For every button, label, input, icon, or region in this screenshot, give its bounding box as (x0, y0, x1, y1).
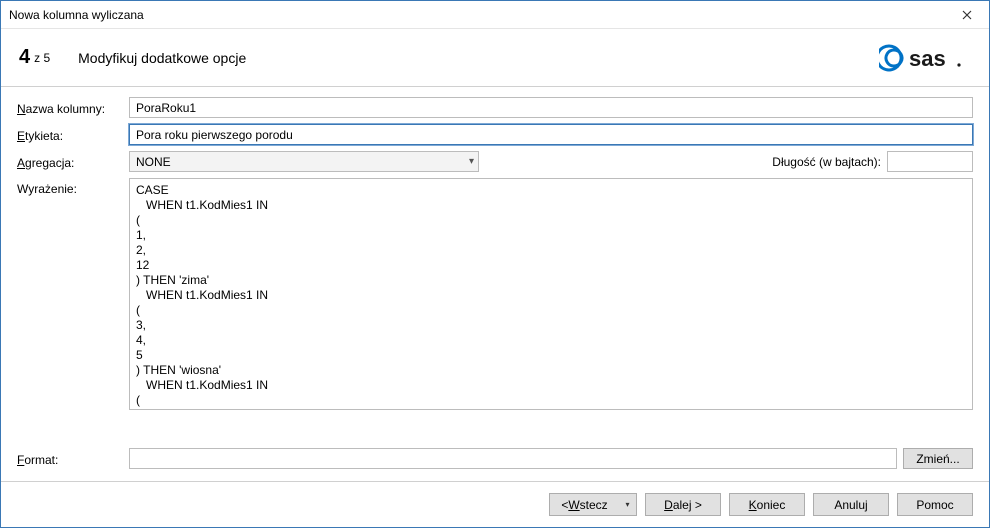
change-format-button[interactable]: Zmień... (903, 448, 973, 469)
label-expression: Wyrażenie: (17, 178, 129, 196)
label-format: Format: (17, 451, 129, 467)
label-aggregation: Agregacja: (17, 154, 129, 170)
back-dropdown[interactable]: ▾ (619, 493, 637, 516)
label-length: Długość (w bajtach): (772, 155, 887, 169)
close-button[interactable] (945, 1, 989, 29)
caret-down-icon: ▾ (625, 500, 629, 509)
label-label: Etykieta: (17, 127, 129, 143)
row-expression: Wyrażenie: CASE WHEN t1.KodMies1 IN ( 1,… (17, 178, 973, 432)
step-title: Modyfikuj dodatkowe opcje (78, 50, 246, 66)
next-button[interactable]: Dalej > (645, 493, 721, 516)
row-column-name: Nazwa kolumny: (17, 97, 973, 118)
length-input[interactable] (887, 151, 973, 172)
chevron-down-icon: ▾ (469, 156, 474, 167)
footer-buttons: < Wstecz ▾ Dalej > Koniec Anuluj Pomoc (1, 481, 989, 527)
back-button[interactable]: < Wstecz (549, 493, 619, 516)
label-input[interactable] (129, 124, 973, 145)
step-header: 4 z 5 Modyfikuj dodatkowe opcje sas (1, 29, 989, 87)
step-number: 4 (19, 46, 30, 69)
window-title: Nowa kolumna wyliczana (9, 8, 945, 22)
dialog-window: Nowa kolumna wyliczana 4 z 5 Modyfikuj d… (0, 0, 990, 528)
column-name-input[interactable] (129, 97, 973, 118)
row-format: Format: Zmień... (17, 448, 973, 469)
row-label: Etykieta: (17, 124, 973, 145)
cancel-button[interactable]: Anuluj (813, 493, 889, 516)
format-input[interactable] (129, 448, 897, 469)
svg-text:sas: sas (909, 46, 946, 71)
help-button[interactable]: Pomoc (897, 493, 973, 516)
titlebar: Nowa kolumna wyliczana (1, 1, 989, 29)
row-aggregation: Agregacja: NONE ▾ Długość (w bajtach): (17, 151, 973, 172)
sas-logo: sas (879, 42, 965, 74)
form-area: Nazwa kolumny: Etykieta: Agregacja: NONE… (1, 87, 989, 481)
expression-textarea[interactable]: CASE WHEN t1.KodMies1 IN ( 1, 2, 12 ) TH… (129, 178, 973, 410)
finish-button[interactable]: Koniec (729, 493, 805, 516)
close-icon (962, 7, 972, 23)
back-button-group: < Wstecz ▾ (549, 493, 637, 516)
step-of: z 5 (34, 51, 50, 65)
label-column-name: Nazwa kolumny: (17, 100, 129, 116)
aggregation-select[interactable]: NONE ▾ (129, 151, 479, 172)
aggregation-value: NONE (136, 155, 171, 169)
